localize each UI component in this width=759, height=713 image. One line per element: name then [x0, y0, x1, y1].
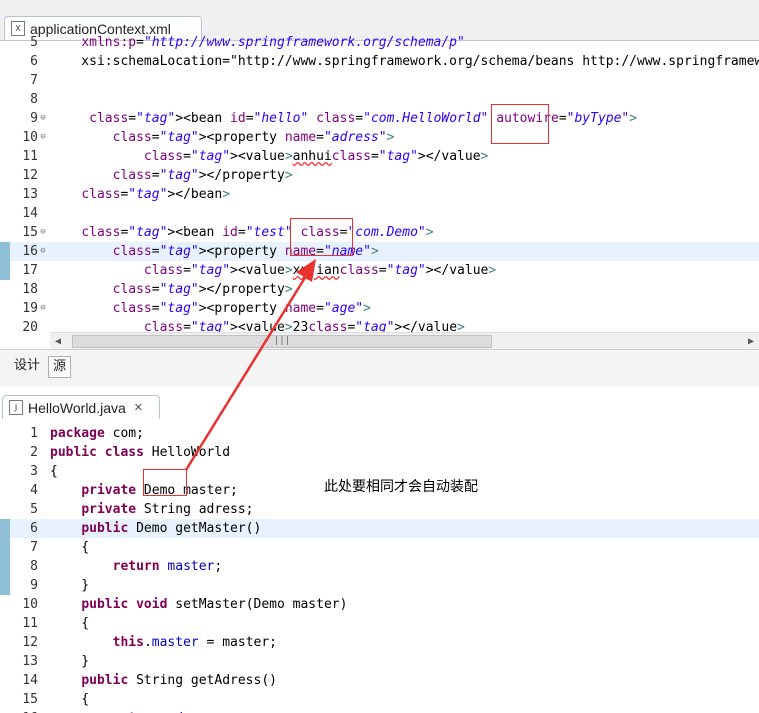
arrow-head	[296, 259, 316, 282]
annotation-text: 此处要相同才会自动装配	[324, 479, 478, 495]
annotation-arrow	[184, 259, 316, 471]
arrow-line	[184, 275, 308, 471]
